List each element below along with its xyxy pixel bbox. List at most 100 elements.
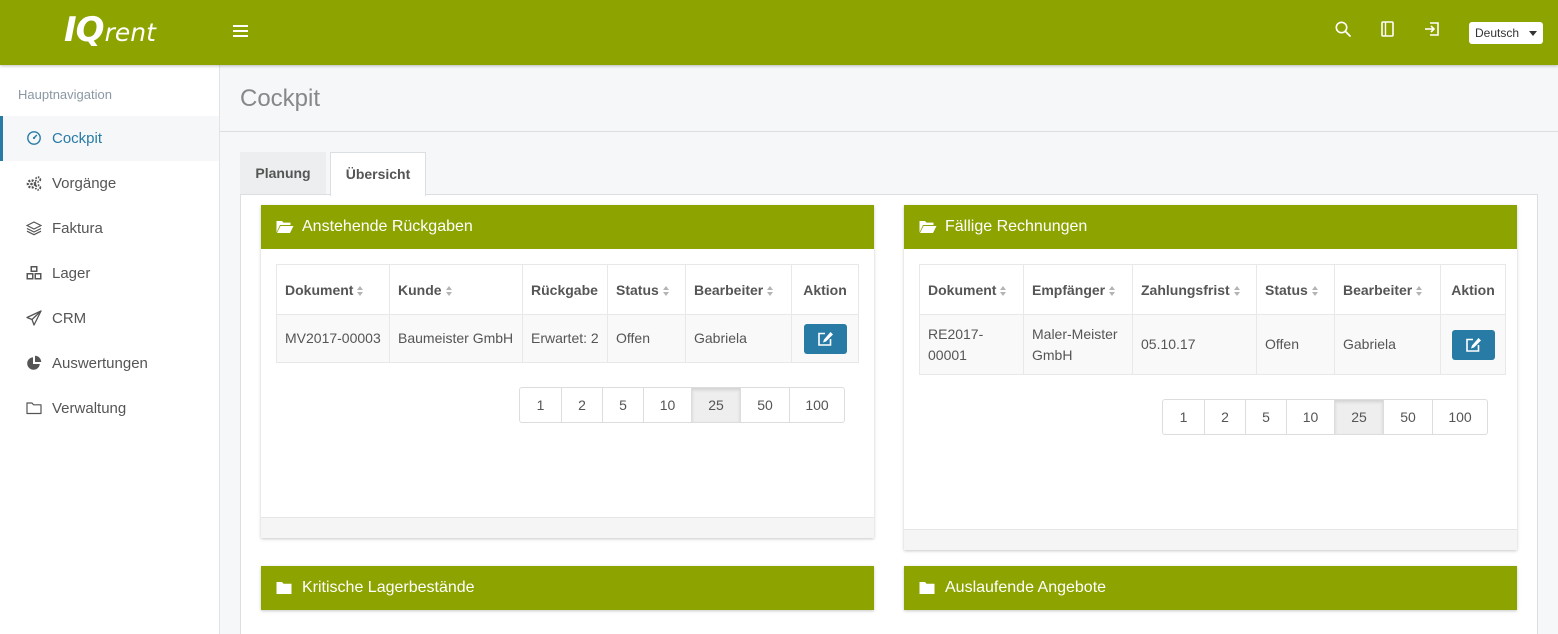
page-size-50[interactable]: 50 xyxy=(740,388,789,422)
cell-empfaenger: Maler-Meister GmbH xyxy=(1023,314,1133,375)
sort-icon xyxy=(662,285,670,296)
logout-icon[interactable] xyxy=(1423,20,1445,42)
pie-chart-icon xyxy=(26,355,42,371)
sort-icon xyxy=(445,285,453,296)
sidebar-item-vorgaenge[interactable]: Vorgänge xyxy=(0,161,219,206)
page-size-1[interactable]: 1 xyxy=(1163,400,1204,434)
sidebar-item-crm[interactable]: CRM xyxy=(0,296,219,341)
column-header-bearbeiter[interactable]: Bearbeiter xyxy=(685,264,792,315)
sidebar-item-label: Cockpit xyxy=(52,130,103,147)
column-header-dokument[interactable]: Dokument xyxy=(276,264,390,315)
page-size-2[interactable]: 2 xyxy=(561,388,602,422)
page-size-10[interactable]: 10 xyxy=(643,388,691,422)
folder-open-icon xyxy=(919,220,937,234)
language-select[interactable]: Deutsch xyxy=(1469,22,1543,44)
panel-title: Auslaufende Angebote xyxy=(945,579,1107,596)
page-size-5[interactable]: 5 xyxy=(602,388,643,422)
panel-header: Kritische Lagerbestände xyxy=(261,566,874,610)
column-header-dokument[interactable]: Dokument xyxy=(919,264,1024,315)
page-size-25[interactable]: 25 xyxy=(691,388,740,422)
edit-button[interactable] xyxy=(1451,329,1495,360)
table-row: RE2017- 00001 Maler-Meister GmbH 05.10.17 … xyxy=(919,314,1506,375)
column-header-kunde[interactable]: Kunde xyxy=(389,264,523,315)
layers-icon xyxy=(25,220,43,236)
cell-bearbeiter: Gabriela xyxy=(1334,314,1441,375)
page-size-10[interactable]: 10 xyxy=(1286,400,1334,434)
panel-header: Auslaufende Angebote xyxy=(904,566,1517,610)
sort-icon xyxy=(1000,285,1007,296)
sort-icon xyxy=(357,285,364,296)
tab-planung[interactable]: Planung xyxy=(240,152,326,195)
cubes-icon xyxy=(26,265,42,281)
sidebar-item-auswertungen[interactable]: Auswertungen xyxy=(0,341,219,386)
panel-title: Anstehende Rückgaben xyxy=(302,218,473,235)
page-size-100[interactable]: 100 xyxy=(1432,400,1487,434)
sidebar-item-label: CRM xyxy=(52,310,87,327)
folder-icon xyxy=(26,400,42,416)
invoices-panel: Fällige Rechnungen Dokument Empfänger Za… xyxy=(904,205,1517,550)
sidebar-item-label: Faktura xyxy=(52,220,103,237)
column-header-empfaenger[interactable]: Empfänger xyxy=(1023,264,1133,315)
column-header-zahlungsfrist[interactable]: Zahlungsfrist xyxy=(1132,264,1257,315)
panel-header: Anstehende Rückgaben xyxy=(261,205,874,249)
logo[interactable]: IQrent xyxy=(64,10,156,50)
sidebar-item-cockpit[interactable]: Cockpit xyxy=(0,116,219,161)
panel-title: Kritische Lagerbestände xyxy=(302,579,475,596)
page-size-1[interactable]: 1 xyxy=(520,388,561,422)
paper-plane-icon xyxy=(26,310,42,326)
panel-title: Fällige Rechnungen xyxy=(945,218,1088,235)
sidebar-item-label: Auswertungen xyxy=(52,355,148,372)
page-title: Cockpit xyxy=(240,85,321,112)
cell-status: Offen xyxy=(607,314,686,363)
page-size-50[interactable]: 50 xyxy=(1383,400,1432,434)
edit-button[interactable] xyxy=(803,323,847,354)
panel-header: Fällige Rechnungen xyxy=(904,205,1517,249)
page-size-100[interactable]: 100 xyxy=(789,388,844,422)
cell-dokument: RE2017- 00001 xyxy=(919,314,1024,375)
cell-rueckgabe: Erwartet: 2 xyxy=(522,314,608,363)
page-size-25[interactable]: 25 xyxy=(1334,400,1383,434)
sort-icon xyxy=(1416,285,1423,296)
menu-toggle-icon[interactable] xyxy=(233,25,248,38)
sort-icon xyxy=(1233,285,1241,296)
sidebar-item-label: Lager xyxy=(52,265,91,282)
cell-zahlungsfrist: 05.10.17 xyxy=(1132,314,1257,375)
column-header-aktion: Aktion xyxy=(1440,264,1506,315)
sort-icon xyxy=(767,285,774,296)
returns-table: Dokument Kunde Rückgabe Status Bearbeite… xyxy=(276,264,859,363)
sidebar: Hauptnavigation Cockpit Vorgänge Faktura… xyxy=(0,65,220,634)
page-size-5[interactable]: 5 xyxy=(1245,400,1286,434)
cell-bearbeiter: Gabriela xyxy=(685,314,792,363)
panel-footer xyxy=(904,529,1517,550)
sidebar-item-label: Verwaltung xyxy=(52,400,127,417)
sidebar-item-verwaltung[interactable]: Verwaltung xyxy=(0,386,219,431)
tab-content: Anstehende Rückgaben Dokument Kunde Rück… xyxy=(240,194,1538,634)
column-header-status[interactable]: Status xyxy=(607,264,686,315)
top-bar: IQrent Deutsch xyxy=(0,0,1558,65)
column-header-rueckgabe: Rückgabe xyxy=(522,264,608,315)
sort-icon xyxy=(1109,285,1116,296)
folder-open-icon xyxy=(276,220,294,234)
stock-panel: Kritische Lagerbestände xyxy=(261,566,874,610)
panel-footer xyxy=(261,517,874,538)
sort-icon xyxy=(1311,285,1319,296)
edit-icon xyxy=(1465,337,1481,352)
page-size-2[interactable]: 2 xyxy=(1204,400,1245,434)
returns-panel: Anstehende Rückgaben Dokument Kunde Rück… xyxy=(261,205,874,538)
search-icon[interactable] xyxy=(1334,20,1356,42)
language-label: Deutsch xyxy=(1475,26,1520,40)
sidebar-item-label: Vorgänge xyxy=(52,175,117,192)
page-size-selector: 1 2 5 10 25 50 100 xyxy=(1162,399,1488,435)
sidebar-item-faktura[interactable]: Faktura xyxy=(0,206,219,251)
book-icon[interactable] xyxy=(1380,20,1402,42)
page-header: Cockpit xyxy=(220,65,1558,132)
tab-uebersicht[interactable]: Übersicht xyxy=(330,152,426,196)
column-header-status[interactable]: Status xyxy=(1256,264,1335,315)
dashboard-icon xyxy=(26,130,42,146)
sidebar-item-lager[interactable]: Lager xyxy=(0,251,219,296)
cogs-icon xyxy=(26,175,42,191)
cell-aktion xyxy=(791,314,859,363)
invoices-table: Dokument Empfänger Zahlungsfrist Status … xyxy=(919,264,1506,375)
cell-dokument: MV2017-00003 xyxy=(276,314,390,363)
column-header-bearbeiter[interactable]: Bearbeiter xyxy=(1334,264,1441,315)
